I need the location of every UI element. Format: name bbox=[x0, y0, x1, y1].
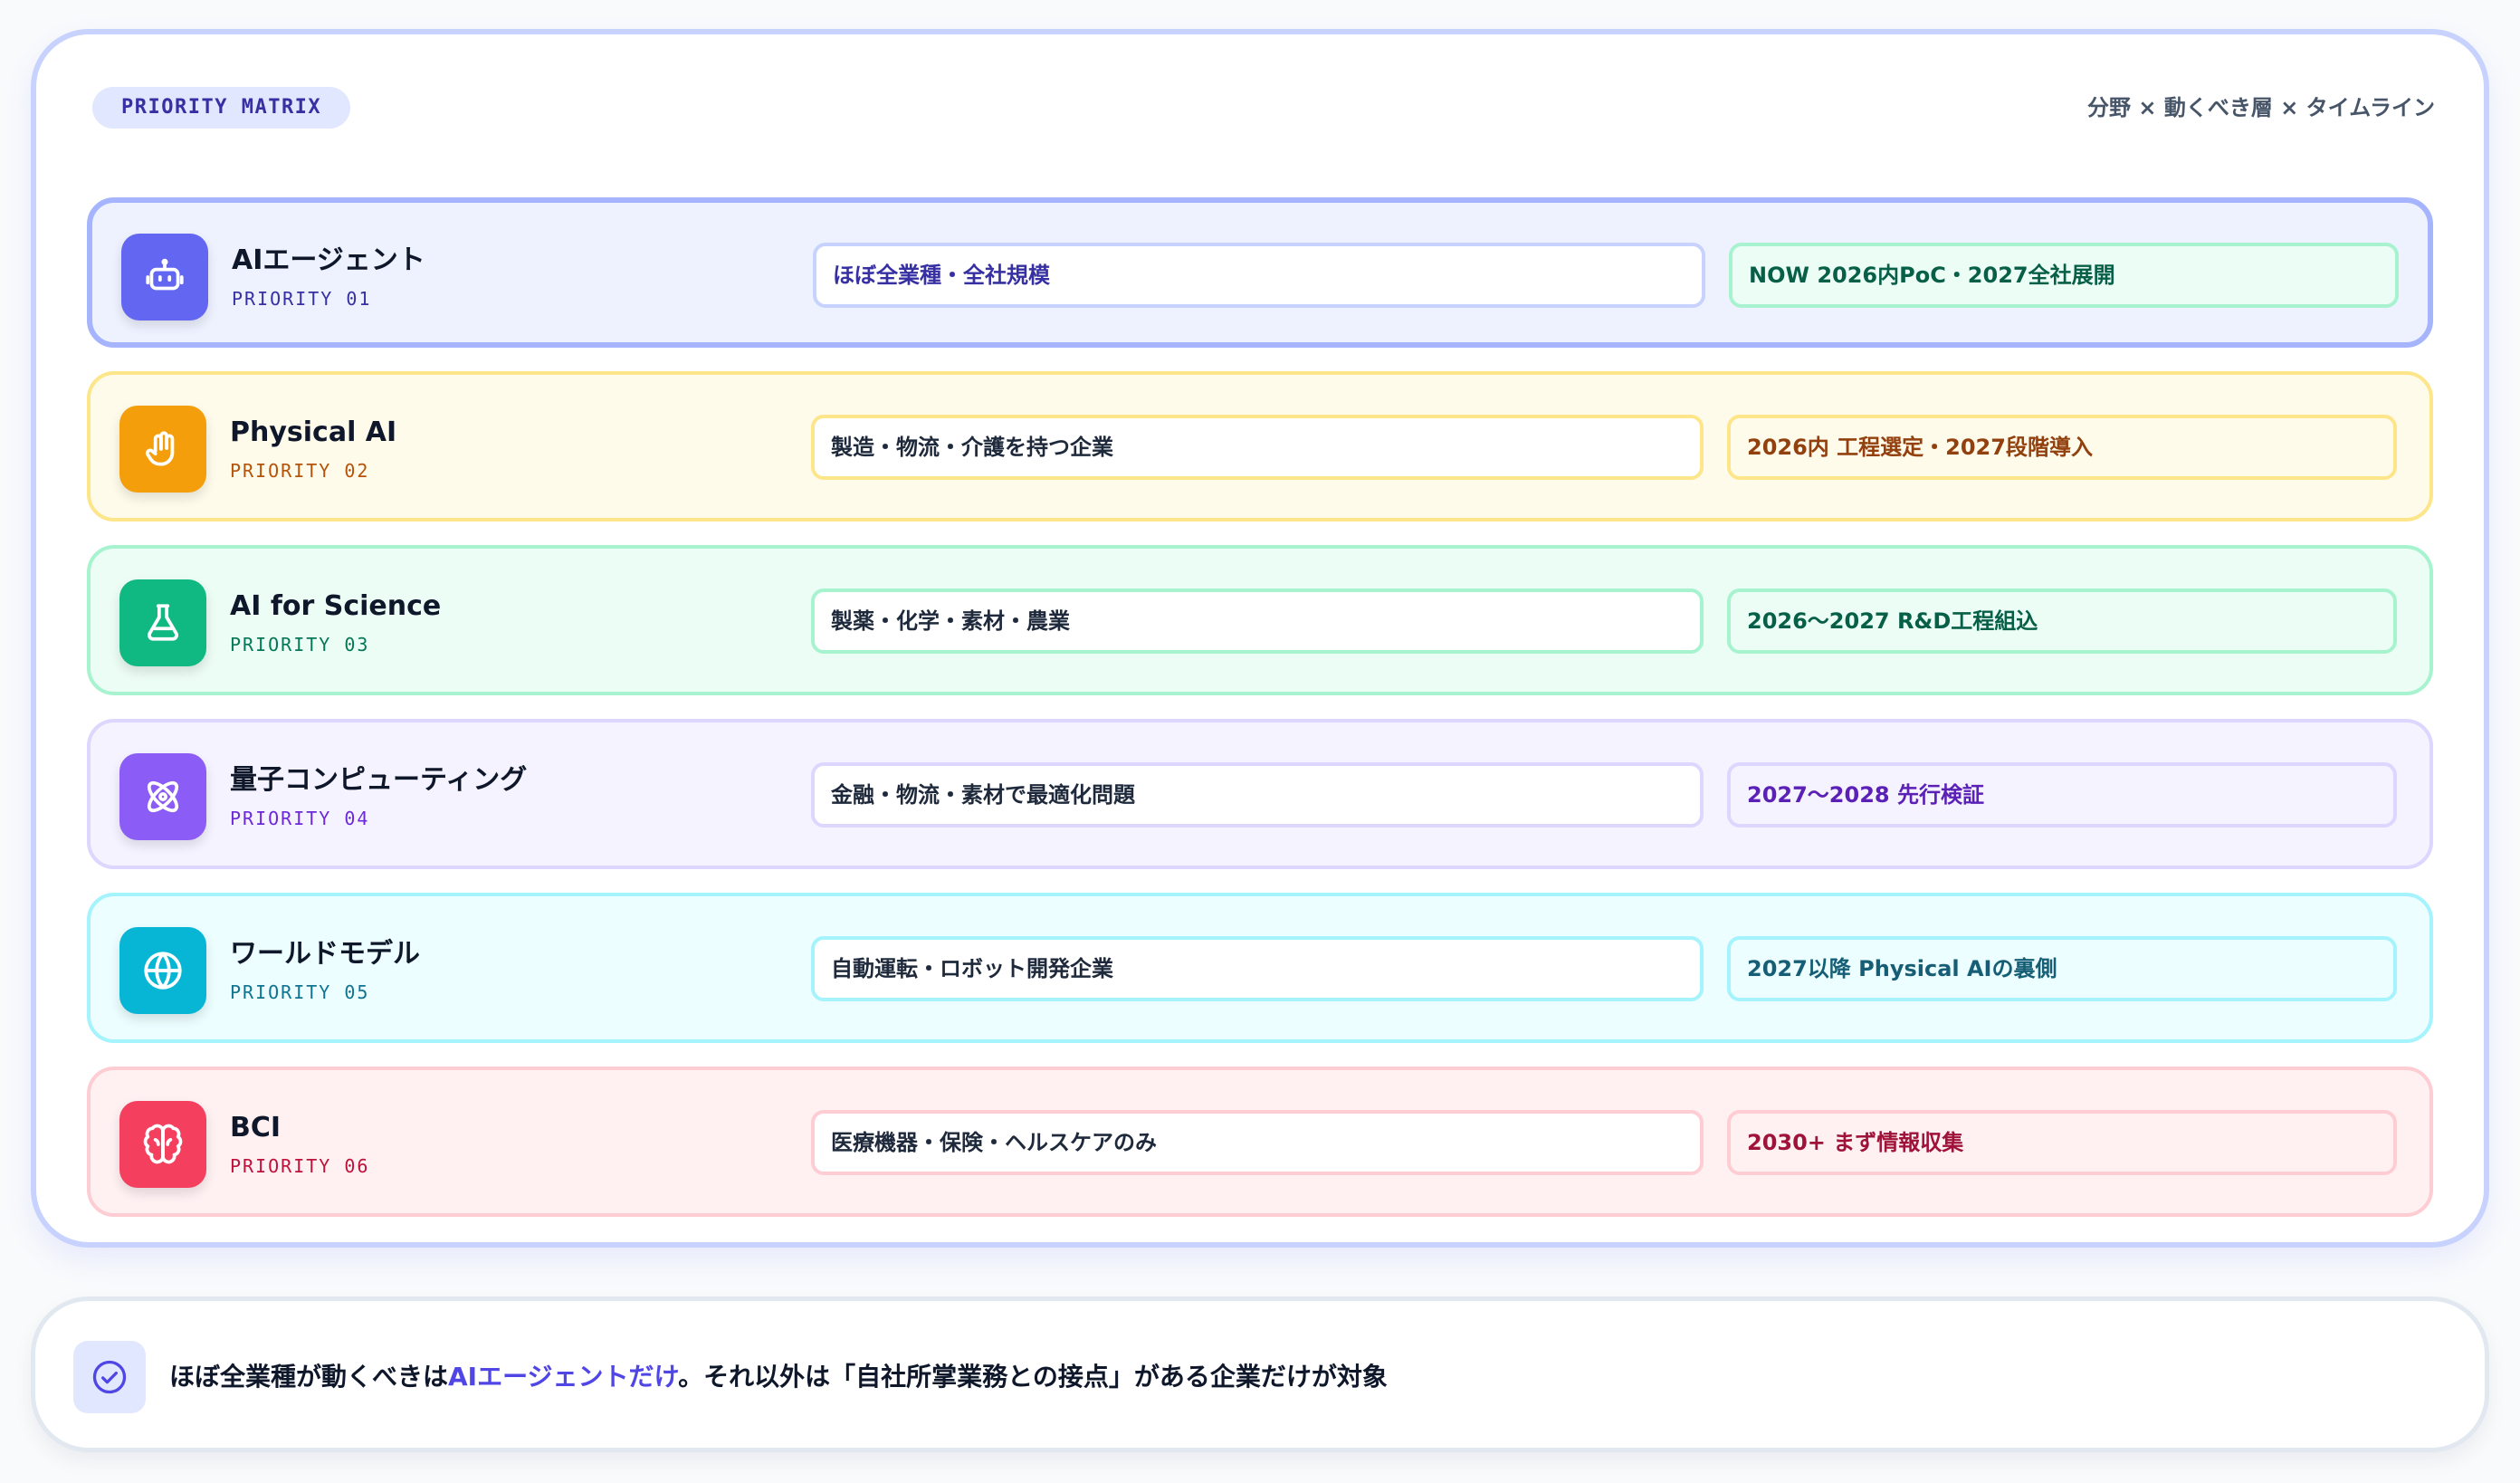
row-priority-label: PRIORITY 04 bbox=[230, 808, 370, 829]
timeline-pill: 2026〜2027 R&D工程組込 bbox=[1727, 588, 2397, 654]
scope-pill: 製薬・化学・素材・農業 bbox=[811, 588, 1704, 654]
priority-row: ワールドモデル PRIORITY 05 自動運転・ロボット開発企業 2027以降 Ph… bbox=[87, 893, 2433, 1043]
scope-pill: 自動運転・ロボット開発企業 bbox=[811, 936, 1704, 1001]
priority-matrix-badge: PRIORITY MATRIX bbox=[92, 87, 351, 129]
timeline-pill: 2026内 工程選定・2027段階導入 bbox=[1727, 415, 2397, 480]
priority-row: AIエージェント PRIORITY 01 ほぼ全業種・全社規模 NOW 2026内Po… bbox=[87, 197, 2433, 348]
scope-pill: ほぼ全業種・全社規模 bbox=[813, 243, 1705, 308]
row-priority-label: PRIORITY 02 bbox=[230, 460, 370, 482]
timeline-pill: 2030+ まず情報収集 bbox=[1727, 1110, 2397, 1175]
summary-text: ほぼ全業種が動くべきはAIエージェントだけ。それ以外は「自社所掌業務との接点」が… bbox=[169, 1357, 1388, 1397]
scope-pill: 金融・物流・素材で最適化問題 bbox=[811, 762, 1704, 828]
row-title: AIエージェント bbox=[232, 244, 425, 276]
atom-icon bbox=[119, 753, 206, 840]
timeline-pill: 2027以降 Physical AIの裏側 bbox=[1727, 936, 2397, 1001]
scope-pill: 製造・物流・介護を持つ企業 bbox=[811, 415, 1704, 480]
summary-text-highlight: AIエージェントだけ bbox=[448, 1362, 679, 1392]
row-priority-label: PRIORITY 03 bbox=[230, 634, 370, 655]
priority-matrix-card: PRIORITY MATRIX 分野 × 動くべき層 × タイムライン AIエー… bbox=[31, 29, 2489, 1248]
row-priority-label: PRIORITY 06 bbox=[230, 1155, 370, 1177]
row-priority-label: PRIORITY 05 bbox=[230, 981, 370, 1003]
summary-footer: ほぼ全業種が動くべきはAIエージェントだけ。それ以外は「自社所掌業務との接点」が… bbox=[31, 1296, 2489, 1452]
scope-pill: 医療機器・保険・ヘルスケアのみ bbox=[811, 1110, 1704, 1175]
timeline-pill: NOW 2026内PoC・2027全社展開 bbox=[1729, 243, 2399, 308]
row-title: ワールドモデル bbox=[230, 938, 420, 970]
row-title: Physical AI bbox=[230, 416, 397, 448]
check-circle-icon bbox=[73, 1341, 146, 1413]
timeline-pill: 2027〜2028 先行検証 bbox=[1727, 762, 2397, 828]
summary-text-post: 。それ以外は「自社所掌業務との接点」がある企業だけが対象 bbox=[678, 1362, 1388, 1392]
robot-icon bbox=[121, 234, 208, 321]
priority-row: Physical AI PRIORITY 02 製造・物流・介護を持つ企業 2026内… bbox=[87, 371, 2433, 521]
flask-icon bbox=[119, 579, 206, 666]
row-title: AI for Science bbox=[230, 590, 442, 622]
summary-text-pre: ほぼ全業種が動くべきは bbox=[169, 1362, 449, 1392]
matrix-axes-subtitle: 分野 × 動くべき層 × タイムライン bbox=[2087, 95, 2435, 120]
hand-icon bbox=[119, 406, 206, 493]
priority-row: BCI PRIORITY 06 医療機器・保険・ヘルスケアのみ 2030+ まず情報収… bbox=[87, 1067, 2433, 1217]
row-title: BCI bbox=[230, 1112, 282, 1143]
brain-icon bbox=[119, 1101, 206, 1188]
priority-row: 量子コンピューティング PRIORITY 04 金融・物流・素材で最適化問題 2027… bbox=[87, 719, 2433, 869]
row-priority-label: PRIORITY 01 bbox=[232, 288, 372, 310]
row-title: 量子コンピューティング bbox=[230, 764, 528, 796]
globe-icon bbox=[119, 927, 206, 1014]
priority-row: AI for Science PRIORITY 03 製薬・化学・素材・農業 2026… bbox=[87, 545, 2433, 695]
